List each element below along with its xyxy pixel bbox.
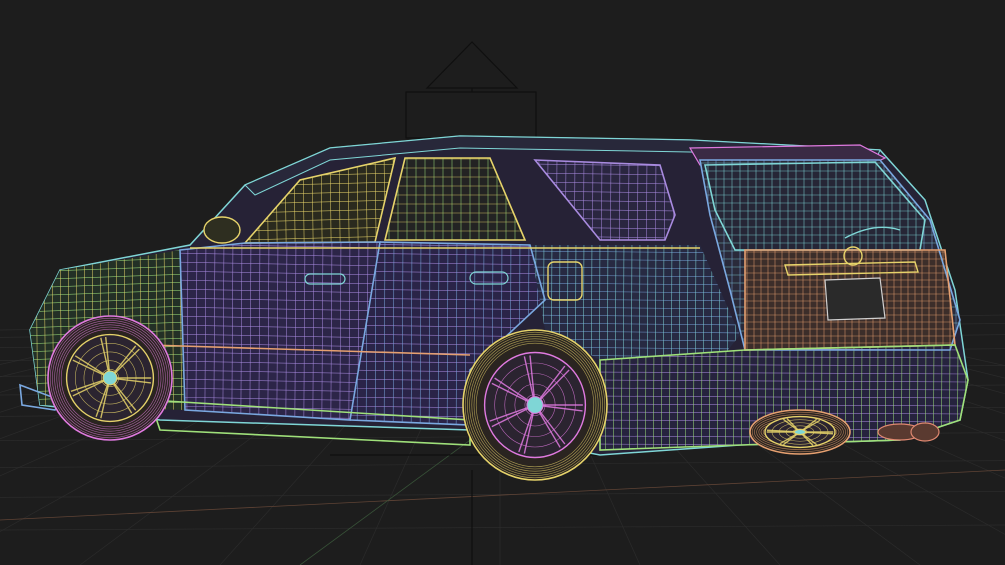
- license-plate: [824, 277, 886, 321]
- side-mirror: [203, 216, 241, 244]
- 3d-viewport[interactable]: [0, 0, 1005, 565]
- rear-right-wheel: [749, 409, 851, 455]
- wireframe-car-scene: [0, 41, 1005, 565]
- exhaust-pipes: [877, 422, 940, 442]
- front-wheel: [47, 315, 173, 441]
- rear-wheel: [462, 329, 608, 481]
- car-wireframe-model: [19, 135, 969, 481]
